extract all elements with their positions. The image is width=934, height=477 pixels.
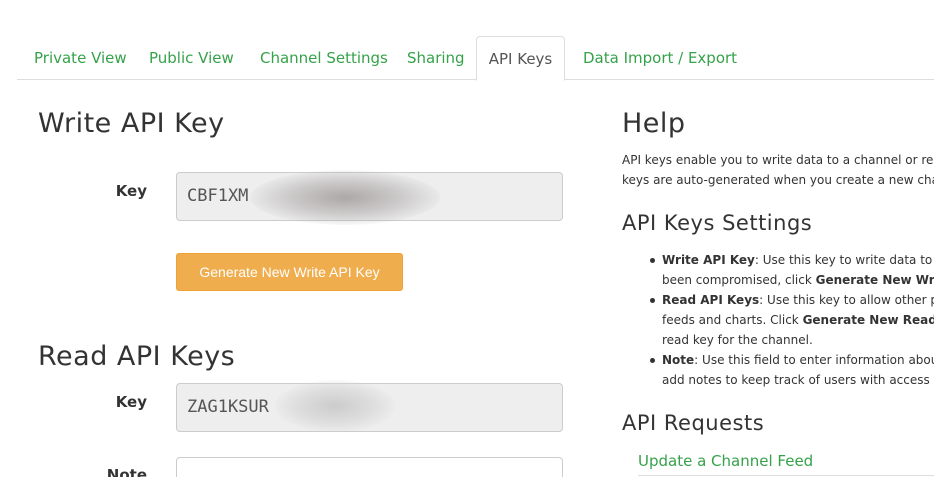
read-api-key-field[interactable]: ZAG1KSUR [176, 383, 563, 432]
list-item: Note: Use this field to enter informatio… [622, 350, 934, 390]
list-item-text: been compromised, click [662, 273, 816, 287]
tab-data-import-export[interactable]: Data Import / Export [583, 36, 737, 80]
channel-tabs: Private View Public View Channel Setting… [17, 36, 934, 81]
generate-write-api-key-button[interactable]: Generate New Write API Key [176, 253, 403, 291]
write-api-key-field[interactable]: CBF1XM [176, 172, 563, 221]
api-keys-page: Private View Public View Channel Setting… [0, 0, 934, 477]
tab-sharing[interactable]: Sharing [407, 36, 465, 80]
api-requests-title: API Requests [622, 411, 765, 435]
write-api-key-title: Write API Key [38, 108, 225, 139]
tab-private-view[interactable]: Private View [34, 36, 127, 80]
list-item-bold: Generate New Read AP [802, 313, 934, 327]
note-input[interactable] [176, 457, 563, 477]
list-item-text: feeds and charts. Click [662, 313, 803, 327]
list-item-text: : Use this field to enter information ab… [694, 353, 934, 367]
tab-channel-settings[interactable]: Channel Settings [260, 36, 388, 80]
read-api-key-value: ZAG1KSUR [187, 397, 269, 417]
note-label: Note [106, 466, 147, 477]
list-item-term: Read API Keys [662, 293, 760, 307]
list-item: Read API Keys: Use this key to allow oth… [622, 290, 934, 350]
update-channel-feed-link[interactable]: Update a Channel Feed [638, 452, 813, 470]
help-text-line: keys are auto-generated when you create … [622, 173, 934, 187]
api-keys-settings-list: Write API Key: Use this key to write dat… [622, 250, 934, 390]
write-key-label: Key [115, 182, 147, 200]
list-item-term: Write API Key [662, 253, 755, 267]
list-item: Write API Key: Use this key to write dat… [622, 250, 934, 290]
write-api-key-value: CBF1XM [187, 186, 249, 206]
api-keys-settings-title: API Keys Settings [622, 211, 813, 235]
tab-api-keys[interactable]: API Keys [476, 36, 565, 81]
list-item-term: Note [662, 353, 695, 367]
list-item-text: add notes to keep track of users with ac… [662, 373, 934, 387]
list-item-text: : Use this key to write data to a c [754, 253, 934, 267]
tab-public-view[interactable]: Public View [149, 36, 234, 80]
list-item-text: : Use this key to allow other peo [759, 293, 934, 307]
help-description: API keys enable you to write data to a c… [622, 150, 934, 190]
list-item-bold: Generate New Write [815, 273, 934, 287]
request-divider [638, 475, 934, 476]
read-api-keys-title: Read API Keys [38, 341, 236, 372]
help-title: Help [622, 108, 686, 139]
read-key-label: Key [115, 393, 147, 411]
help-text-line: API keys enable you to write data to a c… [622, 153, 934, 167]
list-item-text: read key for the channel. [662, 333, 813, 347]
